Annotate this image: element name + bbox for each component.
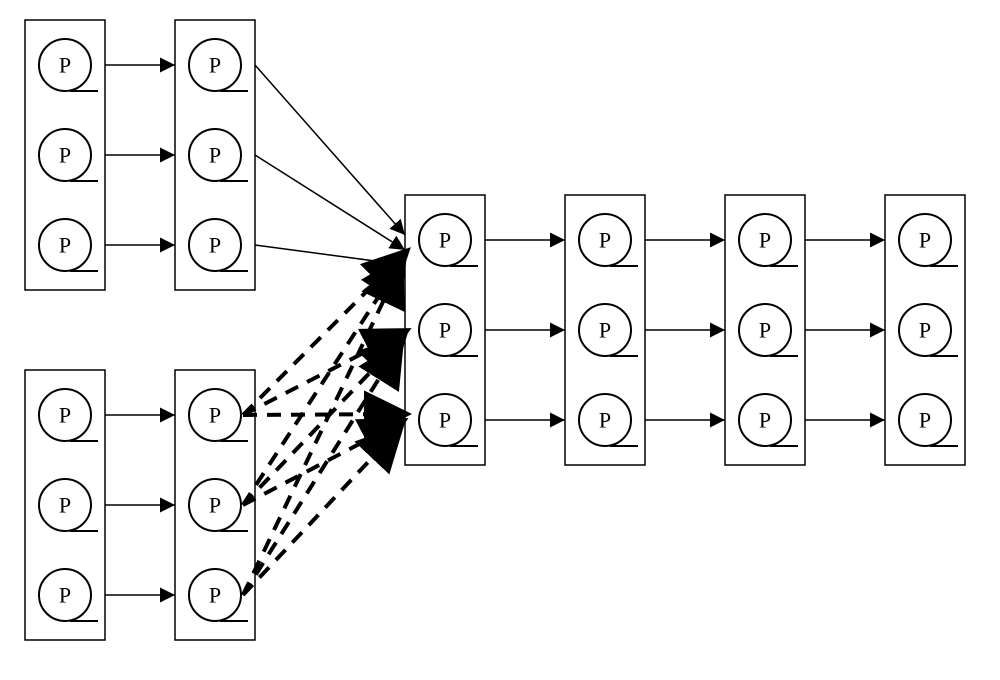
node-B2-3: P bbox=[189, 569, 248, 621]
node-label: P bbox=[59, 493, 71, 518]
node-label: P bbox=[919, 318, 931, 343]
node-C-2: P bbox=[419, 304, 478, 356]
node-label: P bbox=[209, 143, 221, 168]
node-A1-1: P bbox=[39, 39, 98, 91]
node-label: P bbox=[439, 318, 451, 343]
node-label: P bbox=[209, 493, 221, 518]
node-label: P bbox=[439, 408, 451, 433]
node-label: P bbox=[209, 53, 221, 78]
node-D-2: P bbox=[579, 304, 638, 356]
node-C-1: P bbox=[419, 214, 478, 266]
node-A2-3: P bbox=[189, 219, 248, 271]
edge-B2-1-C-2 bbox=[243, 330, 408, 415]
node-label: P bbox=[599, 318, 611, 343]
node-label: P bbox=[599, 228, 611, 253]
node-F-1: P bbox=[899, 214, 958, 266]
node-D-3: P bbox=[579, 394, 638, 446]
edge-B2-3-C-1 bbox=[243, 262, 402, 595]
node-A1-3: P bbox=[39, 219, 98, 271]
node-label: P bbox=[919, 408, 931, 433]
node-label: P bbox=[59, 53, 71, 78]
node-label: P bbox=[759, 408, 771, 433]
node-label: P bbox=[439, 228, 451, 253]
node-E-1: P bbox=[739, 214, 798, 266]
node-label: P bbox=[759, 318, 771, 343]
edge-B2-3-C-3 bbox=[243, 426, 402, 595]
node-label: P bbox=[759, 228, 771, 253]
node-E-2: P bbox=[739, 304, 798, 356]
edge-A2-3-C bbox=[255, 245, 405, 265]
node-label: P bbox=[599, 408, 611, 433]
diagram-canvas: P P P P P P P P P bbox=[0, 0, 1000, 680]
node-F-3: P bbox=[899, 394, 958, 446]
node-label: P bbox=[209, 233, 221, 258]
node-C-3: P bbox=[419, 394, 478, 446]
edge-B2-1-C-1 bbox=[243, 250, 408, 415]
node-label: P bbox=[919, 228, 931, 253]
node-label: P bbox=[59, 233, 71, 258]
node-label: P bbox=[59, 583, 71, 608]
node-A1-2: P bbox=[39, 129, 98, 181]
node-A2-1: P bbox=[189, 39, 248, 91]
node-B2-1: P bbox=[189, 389, 248, 441]
node-label: P bbox=[59, 143, 71, 168]
node-B2-2: P bbox=[189, 479, 248, 531]
node-label: P bbox=[209, 403, 221, 428]
edge-A2-2-C bbox=[255, 155, 405, 250]
edge-B2-1-C-3 bbox=[243, 414, 408, 415]
node-F-2: P bbox=[899, 304, 958, 356]
node-E-3: P bbox=[739, 394, 798, 446]
edge-B2-2-C-2 bbox=[243, 336, 405, 505]
node-B1-3: P bbox=[39, 569, 98, 621]
node-label: P bbox=[209, 583, 221, 608]
node-B1-2: P bbox=[39, 479, 98, 531]
node-B1-1: P bbox=[39, 389, 98, 441]
edge-A2-1-C bbox=[255, 65, 405, 235]
node-label: P bbox=[59, 403, 71, 428]
node-D-1: P bbox=[579, 214, 638, 266]
node-A2-2: P bbox=[189, 129, 248, 181]
